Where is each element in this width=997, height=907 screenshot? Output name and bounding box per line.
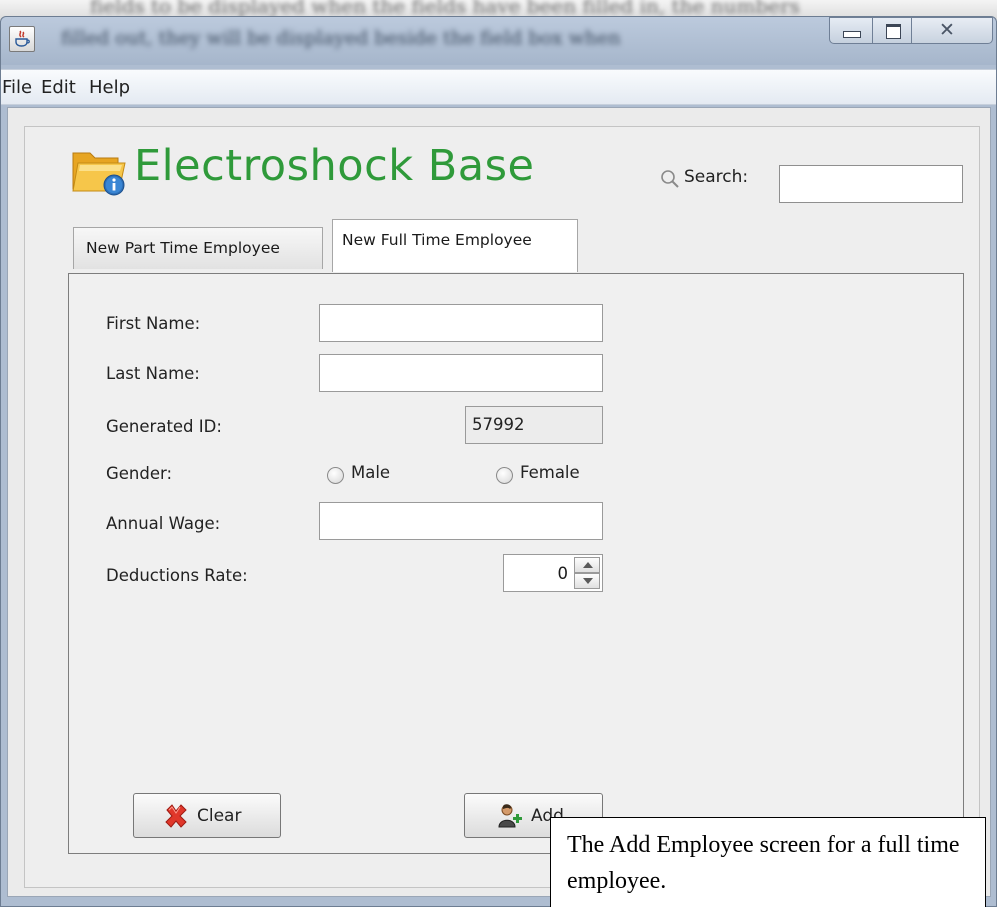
search-input[interactable] xyxy=(779,165,963,203)
close-icon: ✕ xyxy=(939,19,955,41)
app-title: Electroshock Base xyxy=(134,141,535,191)
figure-caption: The Add Employee screen for a full time … xyxy=(550,817,986,907)
employee-form-panel: First Name: Last Name: Generated ID: 579… xyxy=(68,273,964,854)
title-bar: filled out, they will be displayed besid… xyxy=(1,17,996,65)
menu-help[interactable]: Help xyxy=(89,77,130,98)
window-title: filled out, they will be displayed besid… xyxy=(61,27,621,49)
gender-female-radio[interactable] xyxy=(496,467,513,484)
deductions-rate-spinner[interactable]: 0 xyxy=(503,554,603,592)
tab-new-full-time-employee[interactable]: New Full Time Employee xyxy=(332,219,578,272)
search-icon xyxy=(660,169,680,194)
gender-label: Gender: xyxy=(106,464,173,483)
spinner-up-button[interactable] xyxy=(574,557,600,573)
annual-wage-field[interactable] xyxy=(319,502,603,540)
tab-label: New Full Time Employee xyxy=(342,231,532,249)
maximize-button[interactable] xyxy=(872,17,912,44)
gender-male-radio[interactable] xyxy=(327,467,344,484)
generated-id-label: Generated ID: xyxy=(106,417,222,436)
gender-male-label[interactable]: Male xyxy=(351,463,390,482)
first-name-field[interactable] xyxy=(319,304,603,342)
annual-wage-label: Annual Wage: xyxy=(106,514,221,533)
last-name-label: Last Name: xyxy=(106,364,200,383)
folder-info-icon xyxy=(70,147,128,202)
tab-label: New Part Time Employee xyxy=(86,239,280,257)
java-coffee-icon[interactable] xyxy=(9,26,35,52)
app-window: filled out, they will be displayed besid… xyxy=(0,16,997,907)
main-panel: Electroshock Base Search: New Part Time … xyxy=(24,126,980,888)
menu-bar: File Edit Help xyxy=(1,69,996,105)
close-button[interactable]: ✕ xyxy=(911,17,993,44)
deductions-rate-value: 0 xyxy=(557,564,569,583)
tab-new-part-time-employee[interactable]: New Part Time Employee xyxy=(73,227,323,269)
client-area: Electroshock Base Search: New Part Time … xyxy=(7,107,991,897)
clear-button-label: Clear xyxy=(197,806,242,826)
minimize-button[interactable] xyxy=(829,17,873,44)
first-name-label: First Name: xyxy=(106,314,201,333)
gender-female-label[interactable]: Female xyxy=(520,463,580,482)
generated-id-field: 57992 xyxy=(465,406,603,444)
deductions-rate-label: Deductions Rate: xyxy=(106,566,248,585)
spinner-down-button[interactable] xyxy=(574,573,600,589)
add-user-icon xyxy=(497,803,523,834)
search-label: Search: xyxy=(684,167,749,187)
menu-edit[interactable]: Edit xyxy=(41,77,76,98)
clear-button[interactable]: Clear xyxy=(133,793,281,838)
red-x-icon xyxy=(163,803,189,834)
last-name-field[interactable] xyxy=(319,354,603,392)
menu-file[interactable]: File xyxy=(2,77,32,98)
